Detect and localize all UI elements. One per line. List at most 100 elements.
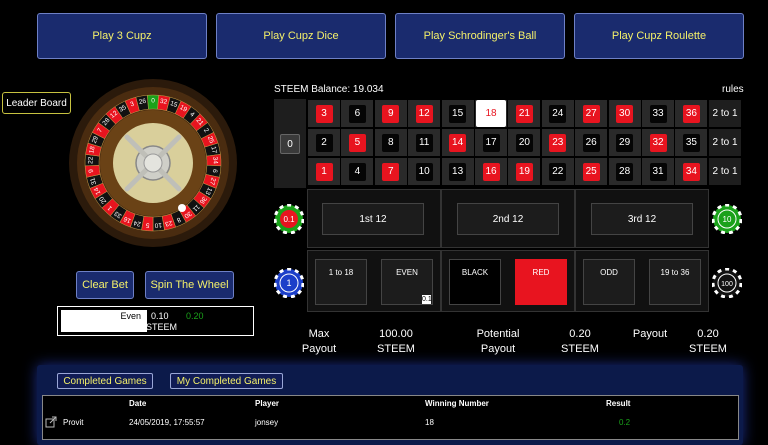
bet-19-to-36[interactable]: 19 to 36	[649, 259, 701, 305]
bet-payout: 0.20	[186, 311, 204, 321]
number-label-4: 4	[348, 162, 366, 181]
even-bet-chip: 0.1	[422, 295, 432, 304]
external-link-icon[interactable]	[45, 415, 57, 428]
number-label-1: 1	[315, 162, 333, 181]
number-cell-23[interactable]: 23	[540, 128, 575, 157]
roulette-wheel-graphic: 0 32 15 19421225173462713361130823105241633…	[69, 79, 237, 247]
row-player: jonsey	[255, 418, 279, 427]
number-cell-11[interactable]: 11	[407, 128, 442, 157]
number-cell-3[interactable]: 3	[307, 99, 341, 128]
number-label-15: 15	[449, 104, 467, 123]
bet-name: Even	[61, 310, 147, 332]
number-label-11: 11	[415, 133, 433, 152]
number-cell-24[interactable]: 24	[540, 99, 575, 128]
number-cell-18[interactable]: 18	[474, 99, 508, 128]
number-cell-35[interactable]: 35	[674, 128, 709, 157]
number-cell-33[interactable]: 33	[641, 99, 675, 128]
wheel-number-10: 10	[154, 221, 162, 229]
spin-the-wheel-button[interactable]: Spin The Wheel	[145, 271, 234, 299]
number-label-33: 33	[649, 104, 667, 123]
number-cell-22[interactable]: 22	[540, 157, 575, 186]
number-cell-19[interactable]: 19	[507, 157, 542, 186]
number-cell-14[interactable]: 14	[440, 128, 475, 157]
number-cell-1[interactable]: 1	[307, 157, 341, 186]
chip-100[interactable]: 100	[712, 268, 742, 298]
number-label-17: 17	[482, 133, 500, 152]
number-cell-13[interactable]: 13	[440, 157, 475, 186]
clear-bet-button[interactable]: Clear Bet	[76, 271, 134, 299]
chip-0-1[interactable]: 0.1	[274, 204, 304, 234]
potential-payout-value: 0.20 STEEM	[561, 328, 599, 355]
wheel-number-34: 34	[211, 157, 218, 165]
number-cell-34[interactable]: 34	[674, 157, 709, 186]
play-schrodingers-ball-button[interactable]: Play Schrodinger's Ball	[395, 13, 565, 59]
number-cell-17[interactable]: 17	[474, 128, 508, 157]
steem-balance: STEEM Balance: 19.034	[274, 84, 384, 95]
number-cell-29[interactable]: 29	[607, 128, 642, 157]
column-bet-middle[interactable]: 2 to 1	[708, 128, 742, 157]
number-cell-5[interactable]: 5	[340, 128, 375, 157]
leader-board-button[interactable]: Leader Board	[2, 92, 71, 114]
number-label-24: 24	[549, 104, 567, 123]
number-cell-7[interactable]: 7	[373, 157, 408, 186]
bet-red[interactable]: RED	[515, 259, 567, 305]
tab-my-completed-games[interactable]: My Completed Games	[170, 373, 283, 389]
play-3-cupz-button[interactable]: Play 3 Cupz	[37, 13, 207, 59]
svg-text:100: 100	[721, 281, 733, 288]
chip-10[interactable]: 10	[712, 204, 742, 234]
roulette-wheel: 0 32 15 19 4 21 2 25 17 34 6 27 13 36 11 30 8 23 10 5 24 16 33…	[68, 78, 238, 248]
number-cell-26[interactable]: 26	[574, 128, 609, 157]
number-cell-16[interactable]: 16	[474, 157, 508, 186]
number-cell-12[interactable]: 12	[407, 99, 442, 128]
number-cell-8[interactable]: 8	[373, 128, 408, 157]
number-cell-10[interactable]: 10	[407, 157, 442, 186]
rules-link[interactable]: rules	[722, 84, 744, 95]
number-label-36: 36	[682, 104, 700, 123]
number-label-19: 19	[515, 162, 533, 181]
number-cell-15[interactable]: 15	[440, 99, 475, 128]
bet-1-to-18[interactable]: 1 to 18	[315, 259, 367, 305]
number-cell-25[interactable]: 25	[574, 157, 609, 186]
tab-completed-games[interactable]: Completed Games	[57, 373, 153, 389]
number-label-5: 5	[348, 133, 366, 152]
number-label-13: 13	[449, 162, 467, 181]
number-cell-31[interactable]: 31	[641, 157, 675, 186]
bet-odd[interactable]: ODD	[583, 259, 635, 305]
number-cell-32[interactable]: 32	[641, 128, 675, 157]
number-cell-36[interactable]: 36	[674, 99, 709, 128]
number-label-30: 30	[616, 104, 634, 123]
number-zero[interactable]: 0	[280, 134, 300, 154]
number-cell-27[interactable]: 27	[574, 99, 609, 128]
dozen-2nd-12[interactable]: 2nd 12	[457, 203, 559, 235]
number-label-29: 29	[616, 133, 634, 152]
number-label-8: 8	[382, 133, 400, 152]
column-bet-top[interactable]: 2 to 1	[708, 99, 742, 128]
number-cell-9[interactable]: 9	[373, 99, 408, 128]
row-result: 0.2	[619, 418, 631, 427]
wheel-number-0: 0	[151, 98, 155, 105]
bet-black[interactable]: BLACK	[449, 259, 501, 305]
header-winning-number: Winning Number	[425, 399, 489, 408]
column-bet-bottom[interactable]: 2 to 1	[708, 157, 742, 186]
number-cell-21[interactable]: 21	[507, 99, 542, 128]
play-cupz-dice-button[interactable]: Play Cupz Dice	[216, 13, 386, 59]
dozen-3rd-12[interactable]: 3rd 12	[591, 203, 693, 235]
number-cell-6[interactable]: 6	[340, 99, 375, 128]
play-cupz-roulette-button[interactable]: Play Cupz Roulette	[574, 13, 744, 59]
number-cell-30[interactable]: 30	[607, 99, 642, 128]
number-label-31: 31	[649, 162, 667, 181]
number-label-14: 14	[449, 133, 467, 152]
number-label-7: 7	[382, 162, 400, 181]
number-label-26: 26	[582, 133, 600, 152]
number-cell-2[interactable]: 2	[307, 128, 341, 157]
dozen-1st-12[interactable]: 1st 12	[322, 203, 424, 235]
max-payout-label: Max Payout	[301, 328, 337, 355]
number-cell-4[interactable]: 4	[340, 157, 375, 186]
number-label-18: 18	[476, 100, 506, 127]
number-label-35: 35	[682, 133, 700, 152]
number-cell-20[interactable]: 20	[507, 128, 542, 157]
number-label-12: 12	[415, 104, 433, 123]
chip-1[interactable]: 1	[274, 268, 304, 298]
row-date: 24/05/2019, 17:55:57	[129, 418, 205, 427]
number-cell-28[interactable]: 28	[607, 157, 642, 186]
